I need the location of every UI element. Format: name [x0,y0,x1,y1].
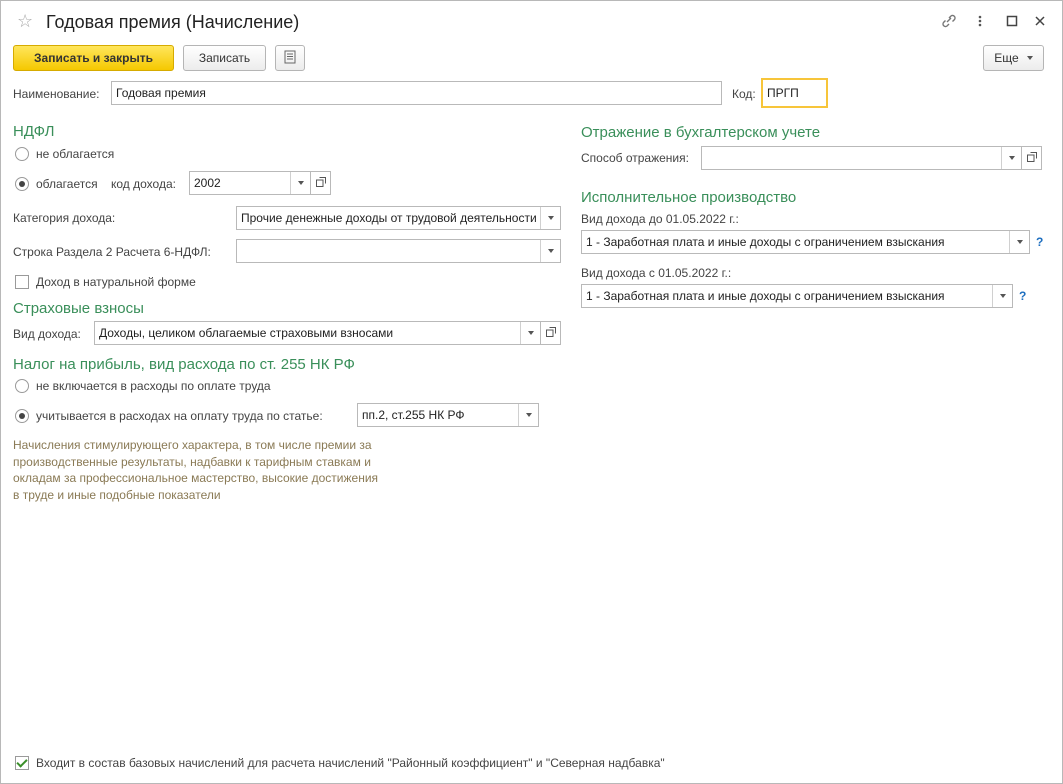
natural-form-label: Доход в натуральной форме [36,275,196,289]
enforcement-section-title: Исполнительное производство [581,189,797,206]
more-vertical-icon[interactable] [977,13,983,32]
list-button[interactable] [275,45,305,71]
income-code-label: код дохода: [111,177,176,191]
chevron-down-icon[interactable] [520,322,540,344]
list-icon [284,50,296,67]
accounting-method-select[interactable] [701,146,1022,170]
insurance-income-type-value: Доходы, целиком облагаемые страховыми вз… [99,326,394,340]
profit-included-radio[interactable] [15,409,29,423]
profit-not-included-radio[interactable] [15,379,29,393]
accounting-section-title: Отражение в бухгалтерском учете [581,124,821,141]
chevron-down-icon[interactable] [518,404,538,426]
open-icon [315,176,326,190]
ndfl-not-taxed-label: не облагается [36,147,115,161]
profit-article-select[interactable]: пп.2, ст.255 НК РФ [357,403,539,427]
chevron-down-icon[interactable] [1009,231,1029,253]
income-code-open-button[interactable] [311,171,331,195]
base-accrual-checkbox[interactable] [15,756,29,770]
insurance-open-button[interactable] [541,321,561,345]
income-code-select[interactable]: 2002 [189,171,311,195]
profit-not-included-label: не включается в расходы по оплате труда [36,379,271,393]
enforcement-before-label: Вид дохода до 01.05.2022 г.: [581,212,739,226]
open-icon [545,326,556,340]
name-label: Наименование: [13,87,100,101]
row-6ndfl-label: Строка Раздела 2 Расчета 6-НДФЛ: [13,245,211,259]
row-6ndfl-select[interactable] [236,239,561,263]
profit-tax-note: Начисления стимулирующего характера, в т… [13,438,379,502]
ndfl-not-taxed-radio[interactable] [15,147,29,161]
insurance-income-type-label: Вид дохода: [13,327,81,341]
name-input[interactable]: Годовая премия [111,81,722,105]
profit-tax-section-title: Налог на прибыль, вид расхода по ст. 255… [13,356,355,373]
help-icon-after[interactable]: ? [1019,289,1026,303]
ndfl-taxed-label: облагается [36,177,98,191]
enforcement-after-value: 1 - Заработная плата и иные доходы с огр… [586,289,945,303]
code-value: ПРГП [767,86,799,100]
chevron-down-icon [1026,56,1033,60]
ndfl-taxed-radio[interactable] [15,177,29,191]
income-category-label: Категория дохода: [13,211,116,225]
chevron-down-icon[interactable] [992,285,1012,307]
form-window: ☆ Годовая премия (Начисление) Записать и… [0,0,1063,784]
close-icon[interactable] [1034,15,1046,30]
accounting-method-label: Способ отражения: [581,151,689,165]
name-value: Годовая премия [116,86,206,100]
enforcement-after-select[interactable]: 1 - Заработная плата и иные доходы с огр… [581,284,1013,308]
profit-included-label: учитывается в расходах на оплату труда п… [36,409,323,423]
insurance-income-type-select[interactable]: Доходы, целиком облагаемые страховыми вз… [94,321,541,345]
insurance-section-title: Страховые взносы [13,300,144,317]
income-category-select[interactable]: Прочие денежные доходы от трудовой деяте… [236,206,561,230]
chevron-down-icon[interactable] [540,207,560,229]
code-label: Код: [732,87,756,101]
income-category-value: Прочие денежные доходы от трудовой деяте… [241,211,537,225]
link-icon[interactable] [940,13,958,32]
more-button-label: Еще [994,51,1019,65]
enforcement-after-label: Вид дохода с 01.05.2022 г.: [581,266,732,280]
more-button[interactable]: Еще [983,45,1044,71]
maximize-icon[interactable] [1006,15,1018,30]
help-icon-before[interactable]: ? [1036,235,1043,249]
enforcement-before-value: 1 - Заработная плата и иные доходы с огр… [586,235,945,249]
base-accrual-label: Входит в состав базовых начислений для р… [36,756,665,770]
window-title: Годовая премия (Начисление) [46,12,300,32]
save-button[interactable]: Записать [183,45,266,71]
code-input[interactable]: ПРГП [761,78,828,108]
star-icon[interactable]: ☆ [17,11,33,32]
chevron-down-icon[interactable] [540,240,560,262]
save-and-close-button[interactable]: Записать и закрыть [13,45,174,71]
chevron-down-icon[interactable] [1001,147,1021,169]
enforcement-before-select[interactable]: 1 - Заработная плата и иные доходы с огр… [581,230,1030,254]
ndfl-section-title: НДФЛ [13,123,55,140]
profit-article-value: пп.2, ст.255 НК РФ [362,408,465,422]
accounting-open-button[interactable] [1022,146,1042,170]
natural-form-checkbox[interactable] [15,275,29,289]
open-icon [1026,151,1037,165]
chevron-down-icon[interactable] [290,172,310,194]
